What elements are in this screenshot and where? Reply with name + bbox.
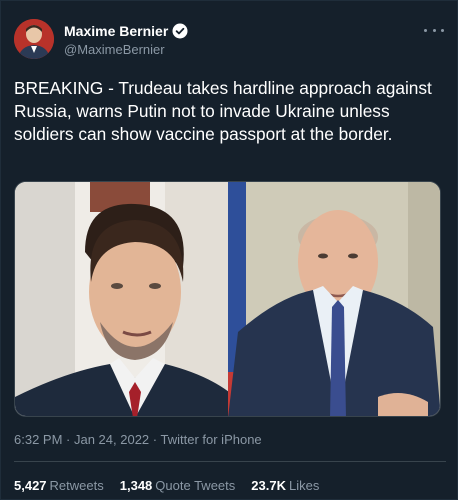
tweet-card: Maxime Bernier @MaximeBernier BREAKING -… (0, 0, 458, 500)
verified-badge-icon (172, 23, 188, 39)
meta-separator: · (149, 432, 161, 447)
retweets-count: 5,427 (14, 478, 47, 493)
retweets-label: Retweets (49, 478, 104, 493)
user-handle[interactable]: @MaximeBernier (64, 42, 165, 57)
retweets-stat[interactable]: 5,427 Retweets (14, 478, 104, 493)
quotes-count: 1,348 (119, 478, 153, 493)
likes-count: 23.7K (251, 478, 286, 493)
more-horizontal-icon[interactable] (424, 23, 444, 37)
tweet-media[interactable] (14, 181, 441, 417)
tweet-meta: 6:32 PM · Jan 24, 2022 · Twitter for iPh… (14, 432, 262, 447)
likes-label: Likes (288, 478, 320, 493)
divider (14, 461, 446, 462)
tweet-source[interactable]: Twitter for iPhone (161, 432, 262, 447)
photo-trudeau[interactable] (15, 182, 228, 416)
meta-separator: · (62, 432, 74, 447)
tweet-date[interactable]: Jan 24, 2022 (74, 432, 149, 447)
quote-tweets-stat[interactable]: 1,348 Quote Tweets (120, 478, 236, 493)
display-name[interactable]: Maxime Bernier (64, 23, 168, 39)
photo-putin[interactable] (228, 182, 440, 416)
tweet-stats: 5,427 Retweets 1,348 Quote Tweets 23.7K Lik… (14, 478, 335, 493)
avatar[interactable] (14, 19, 54, 59)
quotes-label: Quote Tweets (155, 478, 236, 493)
tweet-header: Maxime Bernier @MaximeBernier (14, 19, 446, 65)
likes-stat[interactable]: 23.7K Likes (251, 478, 319, 493)
tweet-time[interactable]: 6:32 PM (14, 432, 62, 447)
tweet-text: BREAKING - Trudeau takes hardline approa… (14, 78, 432, 144)
